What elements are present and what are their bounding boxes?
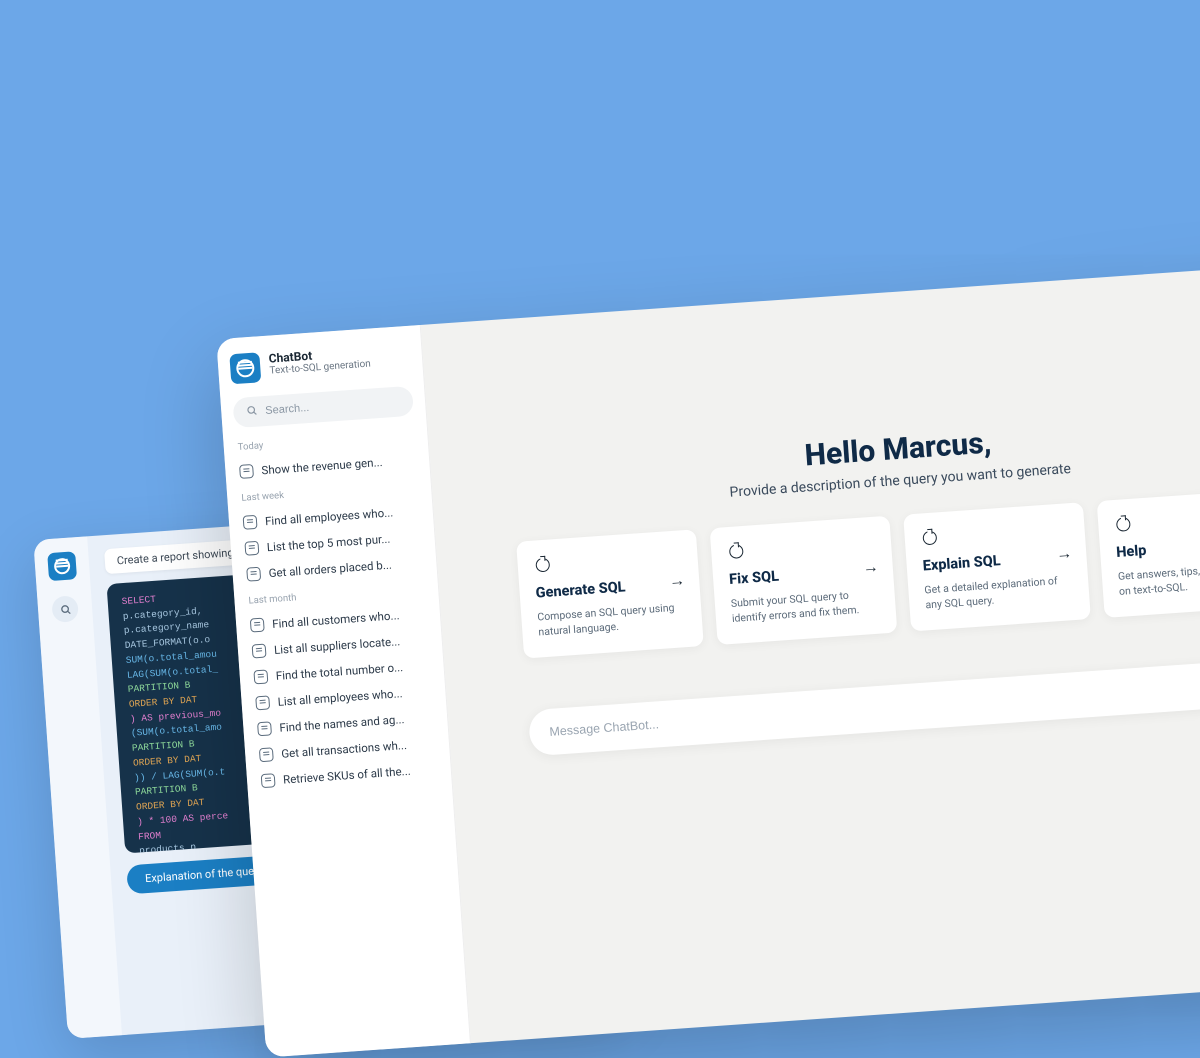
card-description: Compose an SQL query using natural langu… <box>537 599 687 640</box>
main-panel: Hello Marcus, Provide a description of t… <box>421 263 1200 1044</box>
action-card[interactable]: Help→Get answers, tips, and guidance on … <box>1097 489 1200 619</box>
prompt-input[interactable] <box>549 668 1200 739</box>
history-item-label: Retrieve SKUs of all the... <box>283 764 411 787</box>
arrow-right-icon: → <box>862 557 879 578</box>
action-card[interactable]: Generate SQL→ Compose an SQL query using … <box>516 529 704 659</box>
history-list: TodayShow the revenue gen...Last weekFin… <box>235 430 439 795</box>
card-title: Help <box>1116 534 1200 561</box>
chat-icon <box>243 515 258 530</box>
action-card[interactable]: Fix SQL→ Submit your SQL query to identif… <box>710 516 898 646</box>
history-item-label: List all employees who... <box>277 686 403 709</box>
history-item-label: Find the total number o... <box>275 660 403 683</box>
history-item-label: List all suppliers locate... <box>274 634 401 657</box>
search-input[interactable] <box>265 396 402 417</box>
chat-icon <box>261 773 276 788</box>
back-tab[interactable]: Create a report showing <box>104 539 246 574</box>
card-title: Generate SQL <box>535 574 684 601</box>
prompt-bar[interactable] <box>528 649 1200 756</box>
app-header: ChatBot Text-to-SQL generation <box>229 342 411 384</box>
card-title: Fix SQL <box>729 561 878 588</box>
card-description: Get answers, tips, and guidance on text-… <box>1117 559 1200 600</box>
card-title: Explain SQL <box>922 547 1071 574</box>
search-input-wrapper[interactable] <box>232 386 414 428</box>
chat-icon <box>255 695 270 710</box>
history-item-label: Find all customers who... <box>272 608 400 631</box>
chat-icon <box>257 721 272 736</box>
action-cards-row: Generate SQL→Compose an SQL query using … <box>516 488 1200 659</box>
chat-icon <box>244 541 259 556</box>
explanation-button[interactable]: Explanation of the que <box>126 855 273 894</box>
refresh-icon <box>920 528 939 547</box>
refresh-icon <box>727 542 746 561</box>
chat-icon <box>252 644 267 659</box>
chat-icon <box>250 618 265 633</box>
refresh-icon <box>533 555 552 574</box>
database-icon <box>47 551 77 581</box>
card-description: Get a detailed explanation of any SQL qu… <box>924 572 1074 613</box>
history-item-label: Show the revenue gen... <box>261 455 383 477</box>
card-description: Submit your SQL query to identify errors… <box>730 586 880 627</box>
history-item-label: Find all employees who... <box>265 505 394 528</box>
arrow-right-icon: → <box>669 570 686 591</box>
history-item-label: Find the names and ag... <box>279 712 405 735</box>
chat-icon <box>246 567 261 582</box>
refresh-icon <box>1114 515 1133 534</box>
chat-app-window: ChatBot Text-to-SQL generation TodayShow… <box>216 263 1200 1058</box>
arrow-right-icon: → <box>1056 543 1073 564</box>
history-item[interactable]: Show the revenue gen... <box>237 447 418 485</box>
history-item-label: Get all orders placed b... <box>268 558 392 581</box>
chat-icon <box>259 747 274 762</box>
database-icon <box>229 352 261 384</box>
chat-icon <box>253 669 268 684</box>
history-item-label: List the top 5 most pur... <box>266 532 390 555</box>
history-item-label: Get all transactions wh... <box>281 738 407 761</box>
search-icon[interactable] <box>51 595 79 623</box>
search-icon <box>245 403 259 420</box>
chat-icon <box>239 464 254 479</box>
action-card[interactable]: Explain SQL→ Get a detailed explanation o… <box>903 502 1091 632</box>
